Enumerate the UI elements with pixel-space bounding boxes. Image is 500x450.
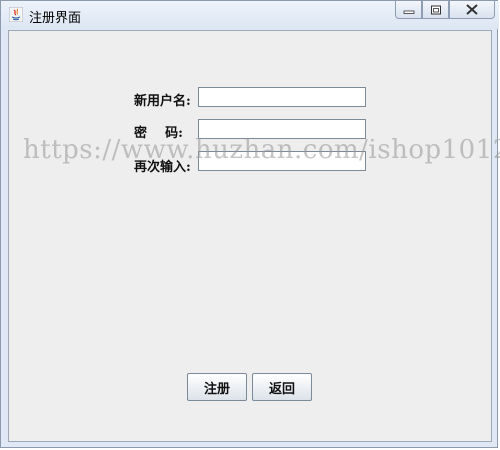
- username-label: 新用户名:: [134, 94, 191, 109]
- title-bar[interactable]: 注册界面: [1, 1, 499, 29]
- window-title: 注册界面: [29, 11, 82, 26]
- username-input[interactable]: [198, 87, 366, 107]
- close-button[interactable]: [449, 1, 495, 19]
- java-app-icon: [9, 7, 23, 22]
- minimize-button[interactable]: [395, 1, 422, 19]
- window-controls: [395, 1, 495, 20]
- back-button[interactable]: 返回: [252, 373, 312, 401]
- register-window: 注册界面 新用户名: 密 码: 再次输入: 注册 返回 https://www.…: [0, 0, 500, 448]
- register-button[interactable]: 注册: [187, 373, 247, 401]
- password-label: 密 码:: [134, 126, 183, 141]
- form-panel: 新用户名: 密 码: 再次输入: 注册 返回: [8, 30, 492, 442]
- confirm-password-label: 再次输入:: [134, 160, 191, 175]
- maximize-icon: [430, 5, 441, 14]
- password-input[interactable]: [198, 119, 366, 139]
- maximize-button[interactable]: [422, 1, 449, 19]
- close-icon: [466, 4, 478, 15]
- confirm-password-input[interactable]: [198, 151, 366, 171]
- minimize-icon: [403, 10, 414, 14]
